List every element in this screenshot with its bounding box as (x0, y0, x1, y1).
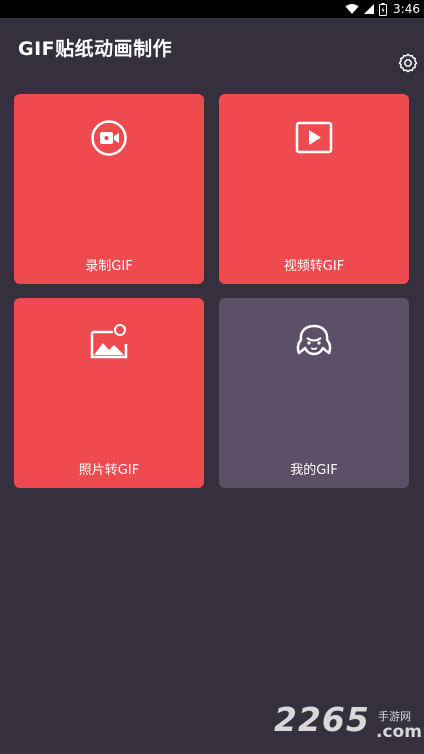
video-to-gif-label: 视频转GIF (283, 259, 345, 274)
image-convert-icon (89, 322, 129, 362)
system-icons: 3:46 (345, 0, 420, 18)
status-bar: 3:46 (0, 0, 424, 18)
watermark-logo: 2265 手游网 .com (270, 700, 424, 754)
video-to-gif-tile[interactable]: 视频转GIF (219, 94, 409, 284)
settings-gear-icon[interactable] (397, 52, 419, 74)
status-time: 3:46 (393, 2, 420, 16)
record-gif-label: 录制GIF (85, 259, 133, 274)
page-title: GIF贴纸动画制作 (18, 38, 173, 60)
wifi-icon (345, 4, 359, 14)
photo-to-gif-tile[interactable]: 照片转GIF (14, 298, 204, 488)
video-camera-icon (89, 118, 129, 158)
watermark-domain: .com (376, 722, 422, 742)
signal-icon (364, 4, 375, 14)
battery-icon (379, 2, 388, 16)
avatar-icon (294, 322, 334, 362)
watermark-number: 2265 (274, 700, 370, 739)
photo-to-gif-label: 照片转GIF (78, 463, 140, 478)
video-play-icon (294, 118, 334, 158)
record-gif-tile[interactable]: 录制GIF (14, 94, 204, 284)
my-gif-tile[interactable]: 我的GIF (219, 298, 409, 488)
my-gif-label: 我的GIF (290, 463, 338, 478)
